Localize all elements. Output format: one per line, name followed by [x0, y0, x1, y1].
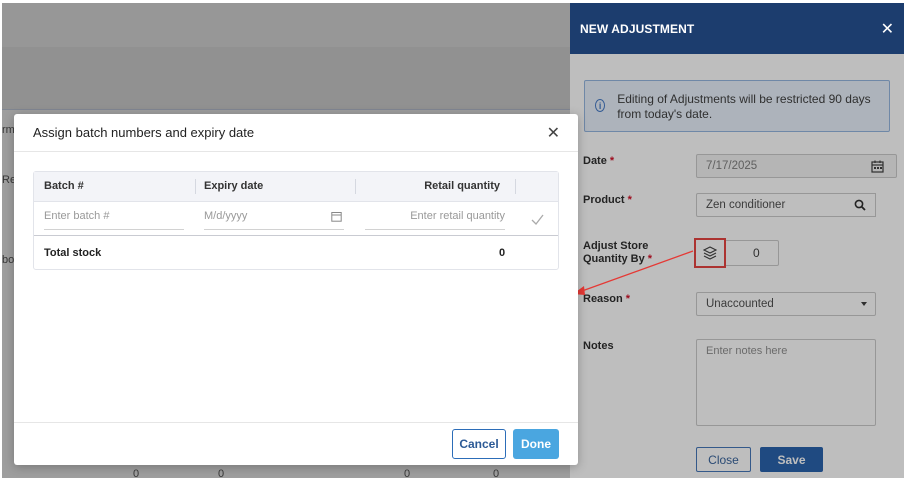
column-divider [195, 179, 196, 194]
cancel-button[interactable]: Cancel [452, 429, 506, 459]
modal-footer: Cancel Done [14, 422, 578, 465]
batch-input[interactable]: Enter batch # [44, 210, 184, 230]
modal-title: Assign batch numbers and expiry date [33, 125, 255, 140]
total-stock-label: Total stock [44, 247, 102, 259]
calendar-icon[interactable] [331, 211, 342, 222]
column-divider [355, 179, 356, 194]
column-retail: Retail quantity [424, 180, 500, 192]
retail-quantity-input[interactable]: Enter retail quantity [365, 210, 505, 230]
close-icon[interactable]: ✕ [547, 123, 560, 143]
total-stock-value: 0 [499, 247, 506, 259]
assign-batch-modal: Assign batch numbers and expiry date ✕ B… [14, 114, 578, 465]
check-icon[interactable] [531, 214, 544, 225]
column-divider [515, 179, 516, 194]
screen: rm Re bo 0 0 0 0 NEW ADJUSTMENT ✕ i Edit… [2, 3, 904, 478]
column-expiry: Expiry date [204, 180, 264, 192]
table-row: Enter batch # M/d/yyyy Enter retail quan… [34, 202, 558, 236]
modal-header: Assign batch numbers and expiry date ✕ [14, 114, 578, 152]
grid-header: Batch # Expiry date Retail quantity [34, 172, 558, 202]
column-batch: Batch # [44, 180, 84, 192]
total-stock-row: Total stock 0 [34, 237, 558, 269]
expiry-input[interactable]: M/d/yyyy [204, 210, 344, 230]
done-button[interactable]: Done [513, 429, 559, 459]
batch-grid: Batch # Expiry date Retail quantity Ente… [33, 171, 559, 270]
